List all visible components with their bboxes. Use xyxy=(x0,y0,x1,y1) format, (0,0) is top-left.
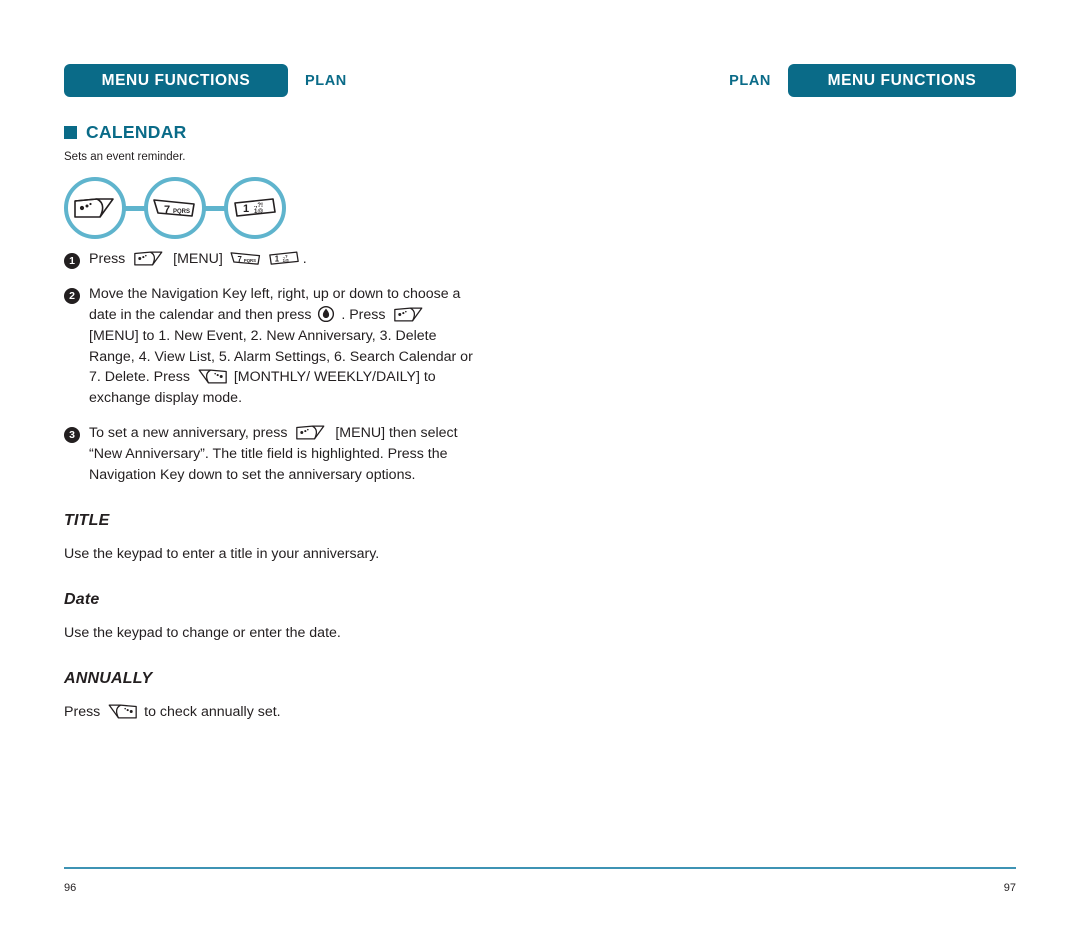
step-item: 2 Move the Navigation Key left, right, u… xyxy=(64,284,476,409)
svg-text:PQRS: PQRS xyxy=(244,258,256,263)
key-7-pqrs-icon: 7 PQRS xyxy=(152,196,198,220)
section-text-fragment: Press xyxy=(64,703,105,720)
step-text-fragment: [MENU] xyxy=(169,251,227,267)
section-heading-title: TITLE xyxy=(64,511,110,529)
ok-key-icon xyxy=(317,305,335,323)
page-lede: Sets an event reminder. xyxy=(64,151,186,163)
svg-text:1@: 1@ xyxy=(282,258,289,263)
step-text: To set a new anniversary, press [MENU] t… xyxy=(89,423,476,486)
right-soft-key-icon xyxy=(106,703,138,720)
key-1-icon: 1.,? 1@ xyxy=(267,250,301,267)
menu-key-icon xyxy=(131,250,167,267)
header-section-plan: PLAN xyxy=(729,72,771,89)
section-body-title: Use the keypad to enter a title in your … xyxy=(64,545,380,562)
section-heading-date: Date xyxy=(64,590,100,608)
svg-text:7: 7 xyxy=(237,255,241,264)
key-sequence-diagram: 7 PQRS 1 .,?! 1@ xyxy=(64,177,476,239)
step-number-badge: 1 xyxy=(64,253,80,269)
header-tab-menu-functions: MENU FUNCTIONS xyxy=(788,64,1016,97)
svg-text:1: 1 xyxy=(275,254,280,263)
page-number-right: 97 xyxy=(1003,882,1016,894)
page-title-calendar: CALENDAR xyxy=(64,122,476,143)
section-body-date: Use the keypad to change or enter the da… xyxy=(64,624,341,641)
menu-key-icon xyxy=(293,424,329,441)
svg-text:PQRS: PQRS xyxy=(173,209,190,215)
step-number-badge: 2 xyxy=(64,287,80,304)
key-circle-1: 1 .,?! 1@ xyxy=(224,177,286,239)
right-soft-key-icon xyxy=(196,368,228,385)
square-bullet-icon xyxy=(64,126,77,139)
step-number-badge: 3 xyxy=(64,427,80,444)
left-page-content: CALENDAR Sets an event reminder. 7 PQRS … xyxy=(64,122,476,730)
header-tab-menu-functions: MENU FUNCTIONS xyxy=(64,64,288,97)
step-text-fragment: Press xyxy=(89,251,130,267)
step-text: Press [MENU] 7 PQRS 1.,? 1@. xyxy=(89,249,476,270)
step-text-fragment: . xyxy=(302,251,307,267)
menu-key-icon xyxy=(73,196,117,220)
svg-text:1@: 1@ xyxy=(254,209,263,215)
footer-rule xyxy=(64,867,1016,869)
key-1-icon: 1 .,?! 1@ xyxy=(232,196,278,220)
right-page: PLAN MENU FUNCTIONS CONTENTS Use the key… xyxy=(540,0,1080,932)
key-circle-menu xyxy=(64,177,126,239)
page-number-left: 96 xyxy=(64,882,77,894)
key-circle-7: 7 PQRS xyxy=(144,177,206,239)
svg-text:7: 7 xyxy=(164,204,170,216)
step-item: 3 To set a new anniversary, press [MENU]… xyxy=(64,423,476,486)
step-text-fragment: To set a new anniversary, press xyxy=(89,425,292,442)
section-heading-annually: ANNUALLY xyxy=(64,669,153,687)
step-item: 1 Press [MENU] 7 PQRS 1.,? 1@. xyxy=(64,249,476,270)
section-body-annually: Press to check annually set. xyxy=(64,702,476,723)
right-page-header: PLAN MENU FUNCTIONS xyxy=(729,64,1016,97)
key-7-pqrs-icon: 7 PQRS xyxy=(229,250,263,267)
menu-key-icon xyxy=(391,306,427,323)
left-steps-list: 1 Press [MENU] 7 PQRS 1.,? 1@. 2 Move the N… xyxy=(64,249,476,486)
section-text-fragment: to check annually set. xyxy=(140,703,281,720)
left-page-header: MENU FUNCTIONS PLAN xyxy=(64,64,347,97)
step-text: Move the Navigation Key left, right, up … xyxy=(89,284,476,409)
header-section-plan: PLAN xyxy=(305,72,347,89)
left-page: MENU FUNCTIONS PLAN CALENDAR Sets an eve… xyxy=(0,0,540,932)
svg-text:1: 1 xyxy=(243,203,249,215)
page-title-label: CALENDAR xyxy=(86,122,187,142)
step-text-fragment: . Press xyxy=(337,306,390,323)
manual-page-spread: MENU FUNCTIONS PLAN CALENDAR Sets an eve… xyxy=(0,0,1080,932)
